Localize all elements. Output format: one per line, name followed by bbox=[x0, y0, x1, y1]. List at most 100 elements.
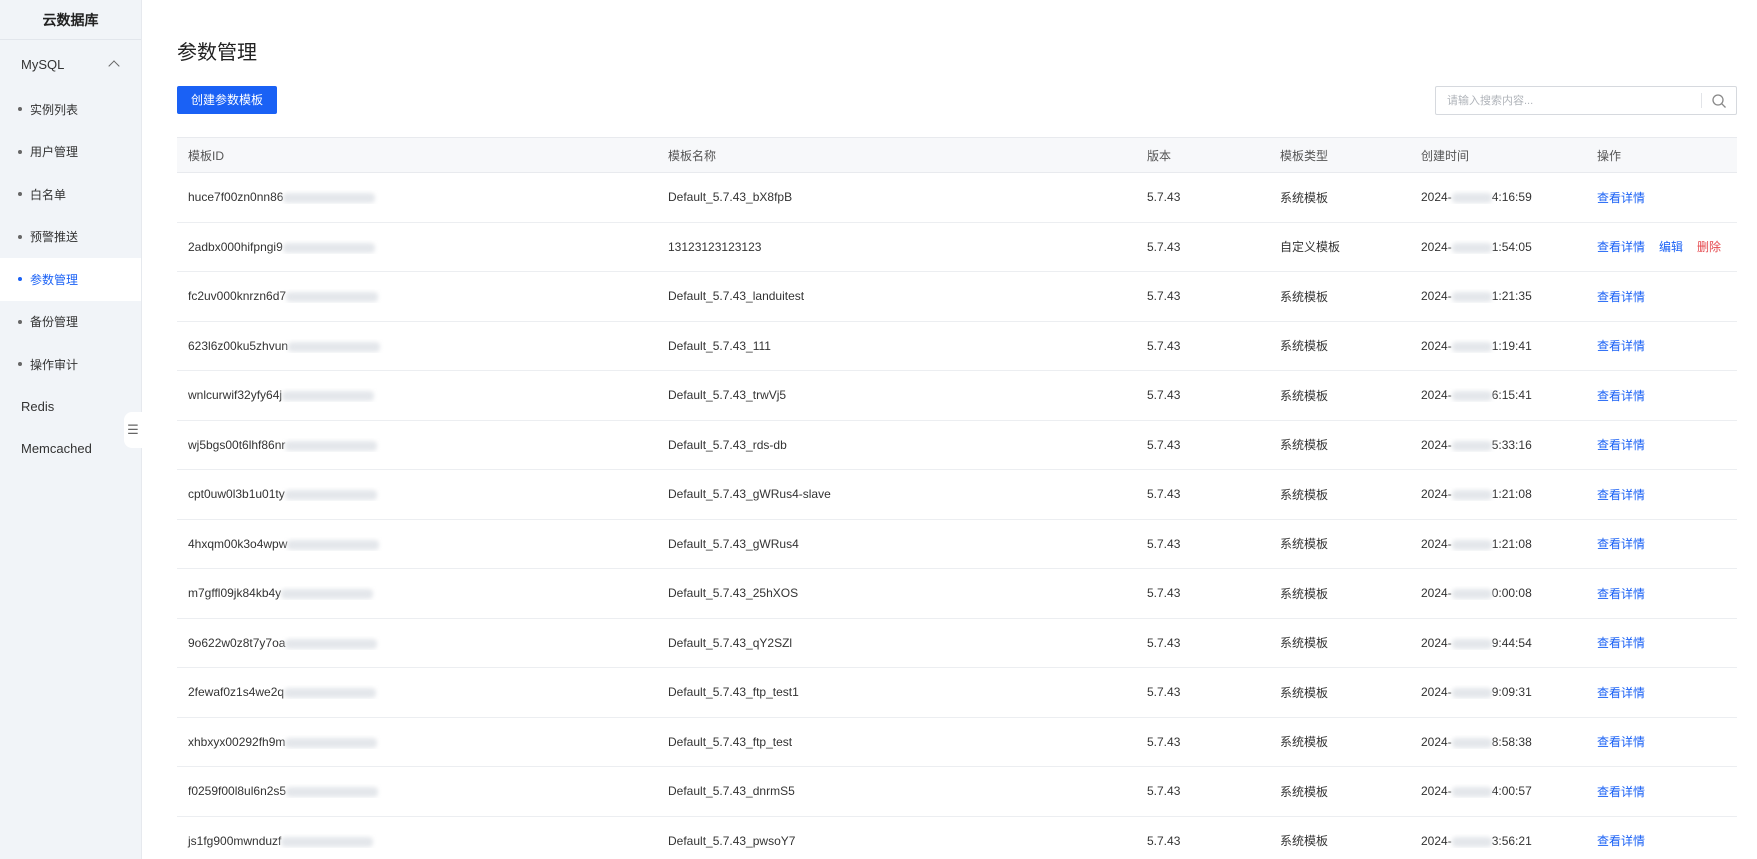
sidebar-item[interactable]: 操作审计 bbox=[0, 343, 141, 386]
cell-created: 2024- 9:44:54 bbox=[1410, 636, 1586, 650]
date-prefix: 2024- bbox=[1421, 685, 1452, 700]
view-details-link[interactable]: 查看详情 bbox=[1597, 189, 1645, 206]
cell-version: 5.7.43 bbox=[1147, 586, 1181, 601]
view-details-link[interactable]: 查看详情 bbox=[1597, 684, 1645, 701]
cell-version: 5.7.43 bbox=[1147, 685, 1181, 700]
table-row: 2fewaf0z1s4we2q Default_5.7.43_ftp_test1 5… bbox=[177, 668, 1737, 718]
cell-id: m7gffl09jk84kb4y bbox=[177, 586, 657, 600]
sidebar-item-label: 参数管理 bbox=[30, 272, 79, 287]
search-input[interactable] bbox=[1436, 87, 1698, 114]
view-details-link[interactable]: 查看详情 bbox=[1597, 436, 1645, 453]
sidebar-item[interactable]: 实例列表 bbox=[0, 88, 141, 131]
cell-name: Default_5.7.43_gWRus4-slave bbox=[668, 487, 831, 502]
table-header: 模板ID 模板名称 版本 模板类型 创建时间 操作 bbox=[177, 137, 1737, 173]
sidebar-item[interactable]: 参数管理 bbox=[0, 258, 141, 301]
sidebar-item[interactable]: 预警推送 bbox=[0, 216, 141, 259]
cell-actions: 查看详情 bbox=[1586, 288, 1737, 305]
cell-version: 5.7.43 bbox=[1147, 388, 1181, 403]
table-row: wj5bgs00t6lhf86nr Default_5.7.43_rds-db 5.… bbox=[177, 421, 1737, 470]
time-value: 4:00:57 bbox=[1491, 784, 1532, 799]
cell-type: 系统模板 bbox=[1280, 339, 1329, 354]
time-value: 1:19:41 bbox=[1491, 338, 1532, 353]
table-row: 2adbx000hifpngi9 13123123123123 5.7.43 自定义模… bbox=[177, 223, 1737, 272]
cell-name: Default_5.7.43_25hXOS bbox=[668, 586, 799, 601]
cell-name: Default_5.7.43_gWRus4 bbox=[668, 536, 799, 551]
cell-id: 2adbx000hifpngi9 bbox=[177, 240, 657, 254]
redacted-mask bbox=[1451, 688, 1492, 699]
cell-actions: 查看详情 bbox=[1586, 337, 1737, 354]
sidebar-group[interactable]: Redis bbox=[0, 386, 141, 428]
cell-name: Default_5.7.43_ftp_test1 bbox=[668, 685, 799, 700]
cell-actions: 查看详情 bbox=[1586, 535, 1737, 552]
table-row: xhbxyx00292fh9m Default_5.7.43_ftp_test 5.… bbox=[177, 718, 1737, 767]
bullet-icon bbox=[18, 192, 22, 197]
sidebar-collapse-icon[interactable]: ☰ bbox=[124, 412, 142, 448]
time-value: 8:58:38 bbox=[1491, 734, 1532, 749]
time-value: 1:54:05 bbox=[1491, 239, 1532, 254]
cell-name: Default_5.7.43_pwsoY7 bbox=[668, 833, 796, 848]
date-prefix: 2024- bbox=[1421, 190, 1452, 205]
table-row: 4hxqm00k3o4wpw Default_5.7.43_gWRus4 5.7.4… bbox=[177, 520, 1737, 569]
view-details-link[interactable]: 查看详情 bbox=[1597, 387, 1645, 404]
sidebar-item[interactable]: 备份管理 bbox=[0, 301, 141, 344]
cell-created: 2024- 8:58:38 bbox=[1410, 735, 1586, 749]
cell-actions: 查看详情 bbox=[1586, 387, 1737, 404]
header-type: 模板类型 bbox=[1280, 148, 1329, 163]
cell-version: 5.7.43 bbox=[1147, 289, 1181, 304]
template-id: wnlcurwif32yfy64j bbox=[188, 388, 283, 403]
bullet-icon bbox=[18, 149, 22, 154]
date-prefix: 2024- bbox=[1421, 586, 1452, 601]
view-details-link[interactable]: 查看详情 bbox=[1597, 535, 1645, 552]
view-details-link[interactable]: 查看详情 bbox=[1597, 288, 1645, 305]
redacted-mask bbox=[286, 292, 379, 303]
header-id: 模板ID bbox=[188, 148, 225, 163]
cell-version: 5.7.43 bbox=[1147, 437, 1181, 452]
cell-version: 5.7.43 bbox=[1147, 487, 1181, 502]
edit-link[interactable]: 编辑 bbox=[1659, 238, 1683, 255]
view-details-link[interactable]: 查看详情 bbox=[1597, 486, 1645, 503]
sidebar-group-mysql[interactable]: MySQL bbox=[0, 40, 141, 88]
cell-actions: 查看详情 bbox=[1586, 783, 1737, 800]
view-details-link[interactable]: 查看详情 bbox=[1597, 733, 1645, 750]
page-title: 参数管理 bbox=[177, 42, 257, 64]
cell-type: 系统模板 bbox=[1280, 834, 1329, 849]
bullet-icon bbox=[18, 362, 22, 367]
view-details-link[interactable]: 查看详情 bbox=[1597, 634, 1645, 651]
redacted-mask bbox=[285, 638, 378, 649]
view-details-link[interactable]: 查看详情 bbox=[1597, 832, 1645, 849]
sidebar-group[interactable]: Memcached bbox=[0, 428, 141, 470]
bullet-icon bbox=[18, 234, 22, 239]
search-box bbox=[1435, 86, 1737, 115]
cell-actions: 查看详情 bbox=[1586, 585, 1737, 602]
cell-name: Default_5.7.43_trwVj5 bbox=[668, 388, 787, 403]
view-details-link[interactable]: 查看详情 bbox=[1597, 783, 1645, 800]
template-id: f0259f00l8ul6n2s5 bbox=[188, 784, 287, 799]
create-template-button[interactable]: 创建参数模板 bbox=[177, 86, 278, 114]
view-details-link[interactable]: 查看详情 bbox=[1597, 238, 1645, 255]
sidebar-item-label: 操作审计 bbox=[30, 357, 79, 372]
redacted-mask bbox=[282, 242, 375, 253]
redacted-mask bbox=[286, 787, 379, 798]
template-table: 模板ID 模板名称 版本 模板类型 创建时间 操作 huce7f00zn0nn8… bbox=[177, 137, 1737, 859]
cell-id: 9o622w0z8t7y7oa bbox=[177, 636, 657, 650]
cell-actions: 查看详情 编辑 删除 bbox=[1586, 238, 1737, 255]
date-prefix: 2024- bbox=[1421, 437, 1452, 452]
sidebar-item[interactable]: 用户管理 bbox=[0, 131, 141, 174]
redacted-mask bbox=[1451, 539, 1492, 550]
view-details-link[interactable]: 查看详情 bbox=[1597, 585, 1645, 602]
redacted-mask bbox=[281, 836, 374, 847]
cell-id: xhbxyx00292fh9m bbox=[177, 735, 657, 749]
cell-id: fc2uv000knrzn6d7 bbox=[177, 289, 657, 303]
redacted-mask bbox=[1451, 836, 1492, 847]
delete-link[interactable]: 删除 bbox=[1697, 238, 1721, 255]
search-icon[interactable] bbox=[1711, 93, 1727, 109]
cell-actions: 查看详情 bbox=[1586, 189, 1737, 206]
redacted-mask bbox=[1451, 292, 1492, 303]
sidebar-item[interactable]: 白名单 bbox=[0, 173, 141, 216]
cell-id: cpt0uw0l3b1u01ty bbox=[177, 487, 657, 501]
cell-created: 2024- 1:19:41 bbox=[1410, 339, 1586, 353]
time-value: 9:09:31 bbox=[1491, 685, 1532, 700]
view-details-link[interactable]: 查看详情 bbox=[1597, 337, 1645, 354]
cell-created: 2024- 4:16:59 bbox=[1410, 190, 1586, 204]
template-id: fc2uv000knrzn6d7 bbox=[188, 289, 287, 304]
